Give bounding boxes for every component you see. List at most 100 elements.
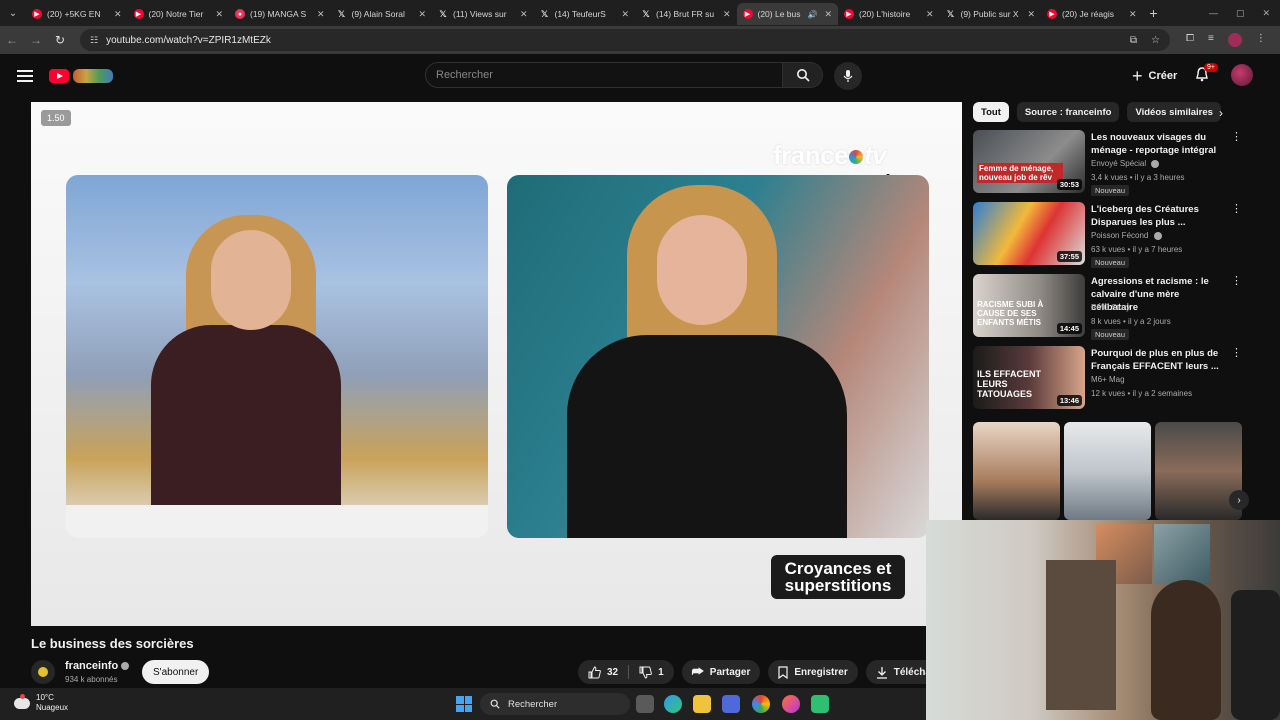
media-controls-icon[interactable]: ≡ bbox=[1208, 33, 1214, 47]
share-arrow-icon: ⮫ bbox=[691, 664, 704, 679]
new-tab-button[interactable]: + bbox=[1143, 5, 1165, 21]
browser-tab[interactable]: ● (19) MANGA S ✕ bbox=[229, 3, 331, 25]
france-tv-logo: france tv bbox=[773, 140, 887, 170]
share-button[interactable]: ⮫ Partager bbox=[681, 660, 761, 684]
video-thumbnail[interactable]: RACISME SUBI À CAUSE DE SES ENFANTS MÉTI… bbox=[973, 274, 1085, 337]
chrome-icon[interactable] bbox=[752, 695, 770, 713]
site-info-icon[interactable]: ☷ bbox=[90, 35, 98, 46]
short-thumbnail[interactable] bbox=[1064, 422, 1151, 520]
recommendation-title[interactable]: Pourquoi de plus en plus de Français EFF… bbox=[1091, 347, 1221, 373]
weather-temperature: 10°C bbox=[36, 693, 54, 702]
url-bar[interactable]: ☷ youtube.com/watch?v=ZPIR1zMtEZk ⧉ ☆ bbox=[80, 29, 1170, 51]
tab-search-chevron-icon[interactable]: ⌄ bbox=[0, 0, 26, 26]
close-window-icon[interactable]: ✕ bbox=[1262, 8, 1270, 19]
recommendation-title[interactable]: L'iceberg des Créatures Disparues les pl… bbox=[1091, 203, 1221, 229]
recommendation-item[interactable]: 37:55 L'iceberg des Créatures Disparues … bbox=[973, 202, 1242, 268]
edge-icon[interactable] bbox=[664, 695, 682, 713]
extensions-icon[interactable]: ⧠ bbox=[1186, 33, 1194, 47]
file-explorer-icon[interactable] bbox=[693, 695, 711, 713]
browser-menu-icon[interactable]: ⋮ bbox=[1256, 33, 1266, 47]
firefox-icon[interactable] bbox=[782, 695, 800, 713]
shorts-next-button[interactable]: › bbox=[1229, 490, 1249, 510]
create-button[interactable]: + Créer bbox=[1122, 63, 1187, 89]
app-icon[interactable] bbox=[811, 695, 829, 713]
notifications-button[interactable]: 9+ bbox=[1194, 63, 1218, 86]
recommendation-item[interactable]: Femme de ménage, nouveau job de rêv 30:5… bbox=[973, 130, 1242, 196]
forward-button[interactable]: → bbox=[24, 33, 48, 47]
close-tab-icon[interactable]: ✕ bbox=[824, 9, 832, 20]
close-tab-icon[interactable]: ✕ bbox=[418, 9, 426, 20]
browser-tab[interactable]: 𝕏 (9) Public sur X ✕ bbox=[940, 3, 1042, 25]
thumbs-up-icon bbox=[588, 665, 601, 678]
speaker-icon[interactable]: 🔊 bbox=[807, 10, 817, 19]
browser-tab[interactable]: ▶ (20) Je réagis ✕ bbox=[1041, 3, 1143, 25]
close-tab-icon[interactable]: ✕ bbox=[317, 9, 325, 20]
like-button[interactable]: 32 bbox=[578, 660, 628, 684]
recommendation-title[interactable]: Les nouveaux visages du ménage - reporta… bbox=[1091, 131, 1221, 157]
channel-name[interactable]: franceinfo bbox=[65, 660, 130, 672]
chip-similar[interactable]: Vidéos similaires bbox=[1127, 102, 1221, 122]
more-options-icon[interactable]: ⋮ bbox=[1231, 348, 1242, 359]
chip-all[interactable]: Tout bbox=[973, 102, 1009, 122]
reload-button[interactable]: ↻ bbox=[48, 33, 72, 47]
brand-word: france bbox=[773, 140, 849, 170]
close-tab-icon[interactable]: ✕ bbox=[1027, 9, 1035, 20]
bookmark-star-icon[interactable]: ☆ bbox=[1151, 35, 1160, 46]
video-player[interactable]: 1.50 francetv 20h Croyances et superstit… bbox=[31, 102, 962, 626]
search-button[interactable] bbox=[783, 62, 823, 88]
more-options-icon[interactable]: ⋮ bbox=[1231, 132, 1242, 143]
close-tab-icon[interactable]: ✕ bbox=[723, 9, 731, 20]
task-view-icon[interactable] bbox=[636, 695, 654, 713]
browser-tab[interactable]: 𝕏 (14) TeufeurS ✕ bbox=[534, 3, 636, 25]
close-tab-icon[interactable]: ✕ bbox=[621, 9, 629, 20]
window-controls: — ▢ ✕ bbox=[1209, 8, 1280, 19]
plus-icon: + bbox=[1132, 66, 1143, 86]
youtube-logo[interactable] bbox=[49, 69, 113, 83]
voice-search-button[interactable] bbox=[834, 62, 862, 90]
more-options-icon[interactable]: ⋮ bbox=[1231, 276, 1242, 287]
channel-avatar[interactable] bbox=[31, 660, 55, 684]
search-input[interactable]: Rechercher bbox=[425, 62, 783, 88]
close-tab-icon[interactable]: ✕ bbox=[114, 9, 122, 20]
save-button[interactable]: Enregistrer bbox=[768, 660, 858, 684]
recommendation-item[interactable]: ILS EFFACENT LEURS TATOUAGES 13:46 Pourq… bbox=[973, 346, 1242, 410]
tab-title: (9) Public sur X bbox=[960, 9, 1019, 19]
close-tab-icon[interactable]: ✕ bbox=[1129, 9, 1137, 20]
youtube-icon: ▶ bbox=[32, 9, 42, 19]
tab-title: (14) TeufeurS bbox=[554, 9, 606, 19]
chip-source[interactable]: Source : franceinfo bbox=[1016, 102, 1120, 122]
store-icon[interactable] bbox=[722, 695, 740, 713]
account-avatar[interactable] bbox=[1231, 64, 1253, 86]
close-tab-icon[interactable]: ✕ bbox=[926, 9, 934, 20]
maximize-icon[interactable]: ▢ bbox=[1236, 8, 1245, 19]
close-tab-icon[interactable]: ✕ bbox=[520, 9, 528, 20]
tab-strip: ▶ (20) +5KG EN ✕ ▶ (20) Notre Tier ✕ ● (19) MAN… bbox=[26, 1, 1143, 25]
browser-tab[interactable]: ▶ (20) L'histoire ✕ bbox=[838, 3, 940, 25]
short-thumbnail[interactable] bbox=[1155, 422, 1242, 520]
minimize-icon[interactable]: — bbox=[1209, 8, 1218, 19]
profile-avatar[interactable] bbox=[1227, 33, 1242, 47]
weather-widget[interactable]: 10°C Nuageux bbox=[14, 693, 68, 713]
windows-start-icon[interactable] bbox=[456, 696, 472, 712]
browser-tab[interactable]: ▶ (20) Le bus 🔊 ✕ bbox=[736, 3, 838, 25]
more-options-icon[interactable]: ⋮ bbox=[1231, 204, 1242, 215]
recommendation-meta: 8 k vues • il y a 2 jours bbox=[1091, 317, 1171, 326]
browser-tab[interactable]: 𝕏 (14) Brut FR su ✕ bbox=[635, 3, 737, 25]
short-thumbnail[interactable] bbox=[973, 422, 1060, 520]
cast-icon[interactable]: ⧉ bbox=[1130, 35, 1137, 46]
dislike-button[interactable]: 1 bbox=[629, 660, 674, 684]
browser-tab[interactable]: 𝕏 (11) Views sur ✕ bbox=[432, 3, 534, 25]
browser-tab[interactable]: 𝕏 (9) Alain Soral ✕ bbox=[331, 3, 433, 25]
chevron-right-icon[interactable]: › bbox=[1219, 106, 1223, 120]
browser-tab[interactable]: ▶ (20) Notre Tier ✕ bbox=[128, 3, 230, 25]
video-thumbnail[interactable]: 37:55 bbox=[973, 202, 1085, 265]
browser-tab[interactable]: ▶ (20) +5KG EN ✕ bbox=[26, 3, 128, 25]
back-button[interactable]: ← bbox=[0, 33, 24, 47]
close-tab-icon[interactable]: ✕ bbox=[215, 9, 223, 20]
recommendation-item[interactable]: RACISME SUBI À CAUSE DE SES ENFANTS MÉTI… bbox=[973, 274, 1242, 340]
taskbar-search[interactable]: Rechercher bbox=[480, 693, 630, 715]
video-thumbnail[interactable]: ILS EFFACENT LEURS TATOUAGES 13:46 bbox=[973, 346, 1085, 409]
menu-icon[interactable] bbox=[17, 70, 33, 82]
video-thumbnail[interactable]: Femme de ménage, nouveau job de rêv 30:5… bbox=[973, 130, 1085, 193]
subscribe-button[interactable]: S'abonner bbox=[142, 660, 210, 684]
